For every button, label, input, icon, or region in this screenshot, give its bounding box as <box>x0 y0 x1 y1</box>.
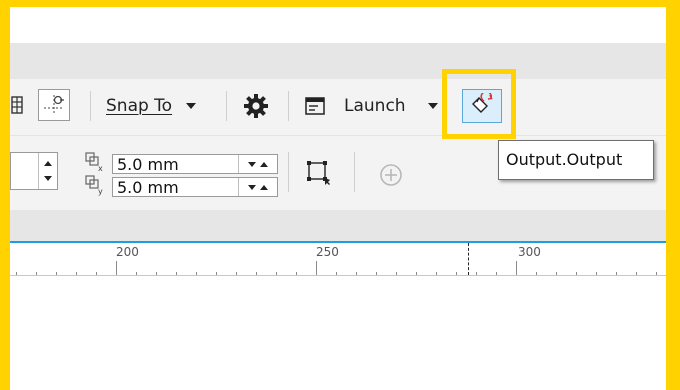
ruler-tick <box>156 272 157 275</box>
toolbar-separator <box>90 91 91 121</box>
grid-button[interactable] <box>10 93 26 117</box>
increment-icon[interactable] <box>260 184 268 190</box>
ruler-tick <box>556 272 557 275</box>
gear-icon <box>244 94 268 118</box>
ruler-tick <box>36 272 37 275</box>
toolbar-separator <box>354 152 355 192</box>
ruler-tick <box>476 272 477 275</box>
toolbar-separator <box>288 152 289 192</box>
ruler-tick <box>536 272 537 275</box>
ruler-tick <box>96 272 97 275</box>
left-spin-field[interactable] <box>10 152 58 190</box>
duplicate-x-icon: x <box>85 152 103 173</box>
standard-toolbar: Snap To Launch <box>10 79 666 135</box>
decrement-icon[interactable] <box>248 184 256 190</box>
ruler-tick <box>216 272 217 275</box>
tooltip: Output.Output <box>498 140 654 180</box>
ruler-tick <box>496 272 497 275</box>
duplicate-y-field[interactable]: 5.0 mm <box>112 177 278 197</box>
left-spin-buttons <box>38 153 57 189</box>
ruler-tick <box>516 261 517 275</box>
frame-select-button[interactable] <box>298 156 338 188</box>
drawing-canvas[interactable] <box>10 276 666 390</box>
ruler-tick <box>356 272 357 275</box>
ruler-label: 300 <box>518 245 541 259</box>
ruler-tick <box>456 272 457 275</box>
svg-text:y: y <box>98 187 103 196</box>
duplicate-y-value: 5.0 mm <box>117 178 179 197</box>
ruler-tick <box>176 272 177 275</box>
ruler-tick <box>636 272 637 275</box>
ruler-tick <box>236 272 237 275</box>
highlight-box <box>442 69 516 139</box>
ruler-tick <box>616 272 617 275</box>
ruler-tick <box>596 272 597 275</box>
cursor-position-marker <box>468 243 469 275</box>
ruler-tick <box>396 272 397 275</box>
launch-label: Launch <box>344 96 406 116</box>
decrement-icon[interactable] <box>248 161 256 167</box>
chevron-down-icon <box>186 103 197 109</box>
ruler-tick <box>336 272 337 275</box>
ruler-tick <box>316 261 317 275</box>
plus-circle-icon <box>380 164 402 186</box>
ruler-tick <box>196 272 197 275</box>
add-button[interactable] <box>376 160 406 190</box>
tab-strip <box>10 43 666 79</box>
ruler-tick <box>276 272 277 275</box>
duplicate-x-field[interactable]: 5.0 mm <box>112 154 278 174</box>
snap-guides-button[interactable] <box>38 89 70 121</box>
duplicate-x-spin[interactable] <box>238 155 277 173</box>
app-window: Snap To Launch x 5.0 mm y 5.0 mm 200 250… <box>10 7 666 390</box>
launch-window-icon <box>305 97 325 115</box>
ruler-tick <box>16 272 17 275</box>
ruler-label: 200 <box>116 245 139 259</box>
ruler-tick <box>376 272 377 275</box>
ruler-tick <box>296 272 297 275</box>
increment-icon[interactable] <box>44 161 52 166</box>
duplicate-x-value: 5.0 mm <box>117 155 179 174</box>
toolbar-separator <box>288 91 289 121</box>
snap-guides-icon <box>44 95 64 115</box>
decrement-icon[interactable] <box>44 176 52 181</box>
increment-icon[interactable] <box>260 161 268 167</box>
horizontal-ruler[interactable]: 200 250 300 <box>10 243 666 276</box>
snap-to-label: Snap To <box>106 96 173 116</box>
duplicate-y-spin[interactable] <box>238 178 277 196</box>
menu-strip <box>10 7 666 43</box>
frame-select-icon <box>307 161 330 185</box>
snap-to-dropdown[interactable]: Snap To <box>106 91 214 121</box>
launch-dropdown[interactable]: Launch <box>304 91 450 121</box>
ruler-tick <box>116 261 117 275</box>
ruler-tick <box>136 272 137 275</box>
ruler-tick <box>256 272 257 275</box>
ruler-tick <box>576 272 577 275</box>
ruler-tick <box>56 272 57 275</box>
ruler-tick <box>436 272 437 275</box>
toolbar-separator <box>226 91 227 121</box>
svg-text:x: x <box>98 164 103 173</box>
ruler-tick <box>76 272 77 275</box>
chevron-down-icon <box>427 103 438 109</box>
options-button[interactable] <box>242 91 270 121</box>
ruler-label: 250 <box>316 245 339 259</box>
duplicate-y-icon: y <box>85 175 103 196</box>
grid-icon <box>11 96 23 114</box>
document-tab-bar <box>10 210 666 243</box>
ruler-tick <box>656 272 657 275</box>
ruler-tick <box>416 272 417 275</box>
